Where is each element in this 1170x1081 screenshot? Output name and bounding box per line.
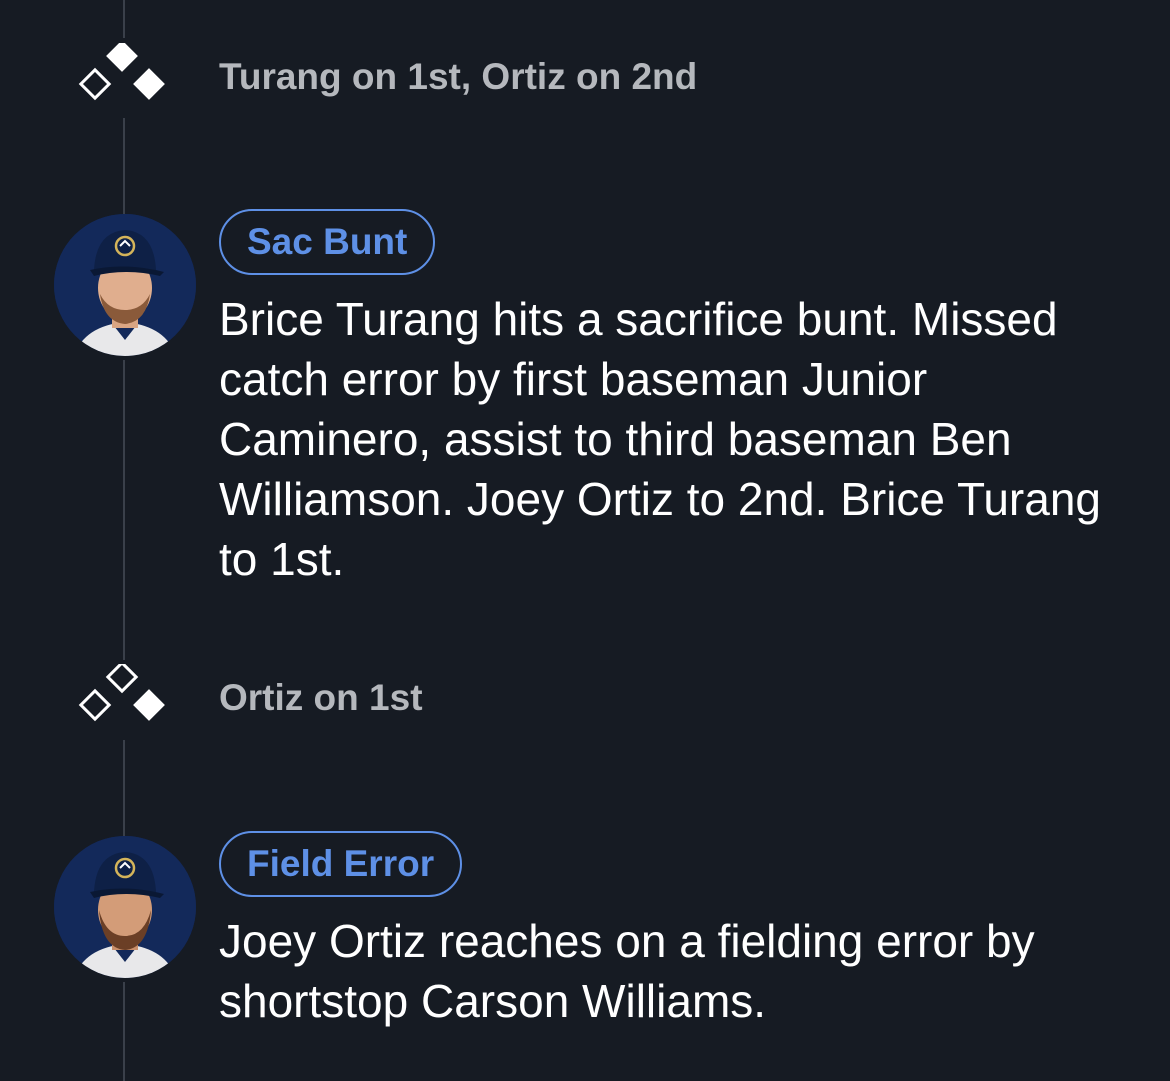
base-state-text: Ortiz on 1st bbox=[219, 677, 423, 718]
base-state-text: Turang on 1st, Ortiz on 2nd bbox=[219, 56, 698, 97]
timeline-line bbox=[123, 360, 125, 660]
play-description: Brice Turang hits a sacrifice bunt. Miss… bbox=[219, 293, 1101, 585]
player-headshot-icon bbox=[54, 836, 196, 978]
play-type-badge: Field Error bbox=[219, 831, 463, 897]
timeline-line bbox=[123, 982, 125, 1081]
play-type-badge: Sac Bunt bbox=[219, 209, 436, 275]
timeline-line bbox=[123, 118, 125, 214]
timeline-line bbox=[123, 740, 125, 836]
player-headshot-icon bbox=[54, 214, 196, 356]
timeline-line bbox=[123, 0, 125, 38]
play-description: Joey Ortiz reaches on a fielding error b… bbox=[219, 915, 1035, 1027]
bases-diamond-icon bbox=[78, 660, 168, 734]
bases-diamond-icon bbox=[78, 40, 168, 113]
